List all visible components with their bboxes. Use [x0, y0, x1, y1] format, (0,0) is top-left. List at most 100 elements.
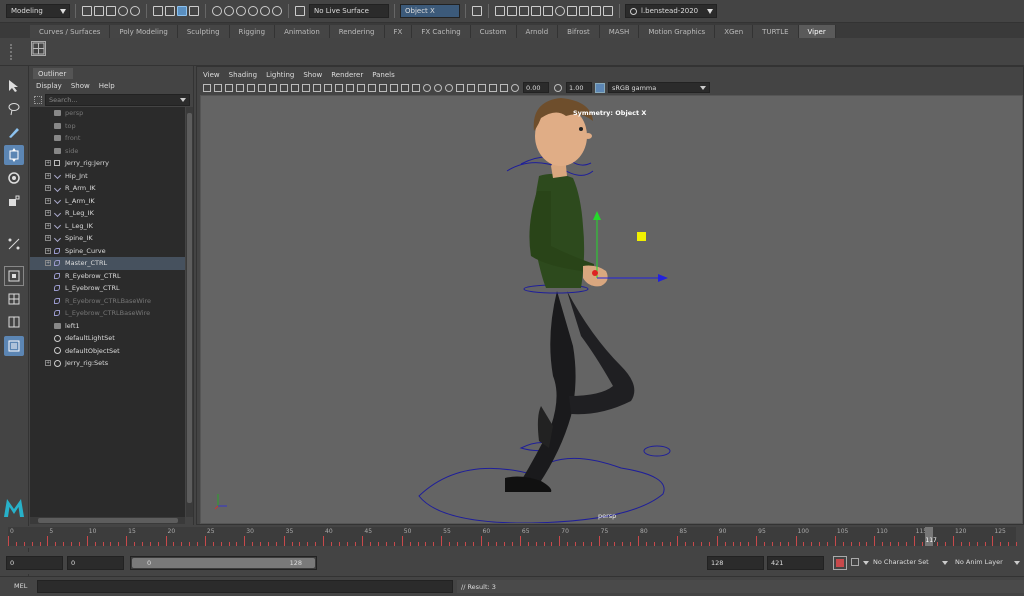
command-input[interactable]: [37, 580, 453, 593]
outliner-item[interactable]: + Jerry_rig:Sets: [30, 357, 185, 370]
expand-icon[interactable]: +: [45, 235, 51, 242]
smooth-shade-icon[interactable]: [356, 83, 365, 92]
range-slider-handle[interactable]: [132, 558, 315, 568]
scroll-thumb[interactable]: [187, 113, 192, 503]
snap-view-icon[interactable]: [248, 6, 258, 16]
outliner-item[interactable]: + Jerry_rig:Jerry: [30, 157, 185, 170]
isolate-select-icon[interactable]: [466, 83, 475, 92]
outliner-search-input[interactable]: Search...: [45, 94, 190, 106]
light-editor-icon[interactable]: [579, 6, 589, 16]
shelf-tab-fx-caching[interactable]: FX Caching: [412, 25, 471, 38]
animation-end-input[interactable]: 421: [767, 556, 824, 570]
grid-toggle-icon[interactable]: [268, 83, 277, 92]
vp-menu-panels[interactable]: Panels: [372, 71, 395, 79]
outliner-layout-icon[interactable]: [4, 336, 24, 356]
expand-icon[interactable]: +: [45, 210, 51, 217]
motion-blur-icon[interactable]: [433, 83, 442, 92]
time-slider-track[interactable]: 0 5 10 15 20 25 30 35 40 45 50 55 60 65 70 75 80 85 90 95 10…: [8, 527, 1017, 546]
2d-pan-zoom-icon[interactable]: [246, 83, 255, 92]
color-management-toggle-icon[interactable]: [595, 82, 605, 93]
exposure-icon[interactable]: [510, 83, 519, 92]
outliner-item[interactable]: + L_Arm_IK: [30, 195, 185, 208]
expand-icon[interactable]: +: [45, 222, 51, 229]
outliner-item[interactable]: + Spine_Curve: [30, 245, 185, 258]
chevron-down-icon[interactable]: [942, 561, 948, 565]
gamma-input[interactable]: 1.00: [566, 82, 592, 93]
shelf-tab-xgen[interactable]: XGen: [715, 25, 754, 38]
gate-mask-icon[interactable]: [301, 83, 310, 92]
xray-components-icon[interactable]: [499, 83, 508, 92]
outliner-list[interactable]: persp top front side + Jerry_rig:Jerry + Hip_Jn…: [30, 107, 185, 517]
shelf-tab-turtle[interactable]: TURTLE: [753, 25, 799, 38]
new-scene-icon[interactable]: [82, 6, 92, 16]
vp-menu-view[interactable]: View: [203, 71, 220, 79]
shelf-tab-curves-surfaces[interactable]: Curves / Surfaces: [30, 25, 111, 38]
outliner-item[interactable]: left1: [30, 320, 185, 333]
paint-select-tool-icon[interactable]: [4, 122, 24, 142]
vp-menu-renderer[interactable]: Renderer: [331, 71, 363, 79]
snap-center-icon[interactable]: [272, 6, 282, 16]
outliner-tab[interactable]: Outliner: [33, 68, 73, 79]
outliner-item[interactable]: L_Eyebrow_CTRLBaseWire: [30, 307, 185, 320]
shelf-grip-icon[interactable]: [10, 44, 18, 60]
shelf-tab-poly-modeling[interactable]: Poly Modeling: [110, 25, 178, 38]
render-settings-icon[interactable]: [531, 6, 541, 16]
front-leg[interactable]: [567, 291, 635, 415]
shelf-tab-bifrost[interactable]: Bifrost: [558, 25, 600, 38]
four-pane-layout-icon[interactable]: [4, 289, 24, 309]
select-tool-icon[interactable]: [4, 76, 24, 96]
move-tool-icon[interactable]: [4, 145, 24, 165]
shelf-tab-animation[interactable]: Animation: [275, 25, 330, 38]
use-all-lights-icon[interactable]: [400, 83, 409, 92]
snap-grid-icon[interactable]: [212, 6, 222, 16]
snap-point-icon[interactable]: [236, 6, 246, 16]
outliner-item[interactable]: + Hip_Jnt: [30, 170, 185, 183]
outliner-item[interactable]: persp: [30, 107, 185, 120]
knee-pole-ctrl-curve[interactable]: [643, 445, 671, 457]
character-set-selector[interactable]: No Character Set: [873, 558, 929, 566]
shelf-tab-arnold[interactable]: Arnold: [516, 25, 559, 38]
xray-icon[interactable]: [477, 83, 486, 92]
shelf-tab-rendering[interactable]: Rendering: [329, 25, 385, 38]
arnold-render-icon[interactable]: [555, 6, 565, 16]
default-material-icon[interactable]: [367, 83, 376, 92]
expand-icon[interactable]: +: [45, 185, 51, 192]
manipulator-x-handle[interactable]: [592, 270, 598, 276]
expand-icon[interactable]: +: [45, 247, 51, 254]
pause-icon[interactable]: [591, 6, 601, 16]
outliner-item[interactable]: front: [30, 132, 185, 145]
outliner-item[interactable]: defaultObjectSet: [30, 345, 185, 358]
hypershade-icon[interactable]: [543, 6, 553, 16]
exposure-input[interactable]: 0.00: [523, 82, 549, 93]
outliner-menu-show[interactable]: Show: [71, 82, 90, 90]
manipulator-plane-handle[interactable]: [637, 232, 646, 241]
nose[interactable]: [584, 133, 592, 139]
undo-icon[interactable]: [118, 6, 128, 16]
expand-icon[interactable]: +: [45, 360, 51, 367]
outliner-item[interactable]: defaultLightSet: [30, 332, 185, 345]
outliner-item[interactable]: + Spine_IK: [30, 232, 185, 245]
outliner-vertical-scrollbar[interactable]: [186, 107, 193, 517]
animation-start-input[interactable]: 0: [6, 556, 63, 570]
anim-layer-selector[interactable]: No Anim Layer: [955, 558, 1003, 566]
time-slider[interactable]: 0 5 10 15 20 25 30 35 40 45 50 55 60 65 70 75 80 85 90 95 10…: [0, 526, 1024, 548]
view-transform-dropdown[interactable]: sRGB gamma: [608, 82, 710, 93]
safe-title-icon[interactable]: [334, 83, 343, 92]
ambient-occlusion-icon[interactable]: [422, 83, 431, 92]
single-pane-layout-icon[interactable]: [4, 266, 24, 286]
outliner-item[interactable]: R_Eyebrow_CTRLBaseWire: [30, 295, 185, 308]
shelf-tab-sculpting[interactable]: Sculpting: [177, 25, 230, 38]
shadows-icon[interactable]: [411, 83, 420, 92]
shelf-tab-fx[interactable]: FX: [384, 25, 413, 38]
wireframe-on-shaded-icon[interactable]: [378, 83, 387, 92]
outliner-item[interactable]: L_Eyebrow_CTRL: [30, 282, 185, 295]
shelf-tab-viper[interactable]: Viper: [798, 25, 836, 38]
rotate-tool-icon[interactable]: [4, 168, 24, 188]
two-pane-layout-icon[interactable]: [4, 312, 24, 332]
script-language-toggle[interactable]: MEL: [14, 582, 27, 590]
outliner-menu-help[interactable]: Help: [99, 82, 115, 90]
gamma-icon[interactable]: [553, 83, 562, 92]
3d-viewport[interactable]: Symmetry: Object X persp: [200, 95, 1023, 524]
outliner-item[interactable]: top: [30, 120, 185, 133]
ipr-render-icon[interactable]: [519, 6, 529, 16]
